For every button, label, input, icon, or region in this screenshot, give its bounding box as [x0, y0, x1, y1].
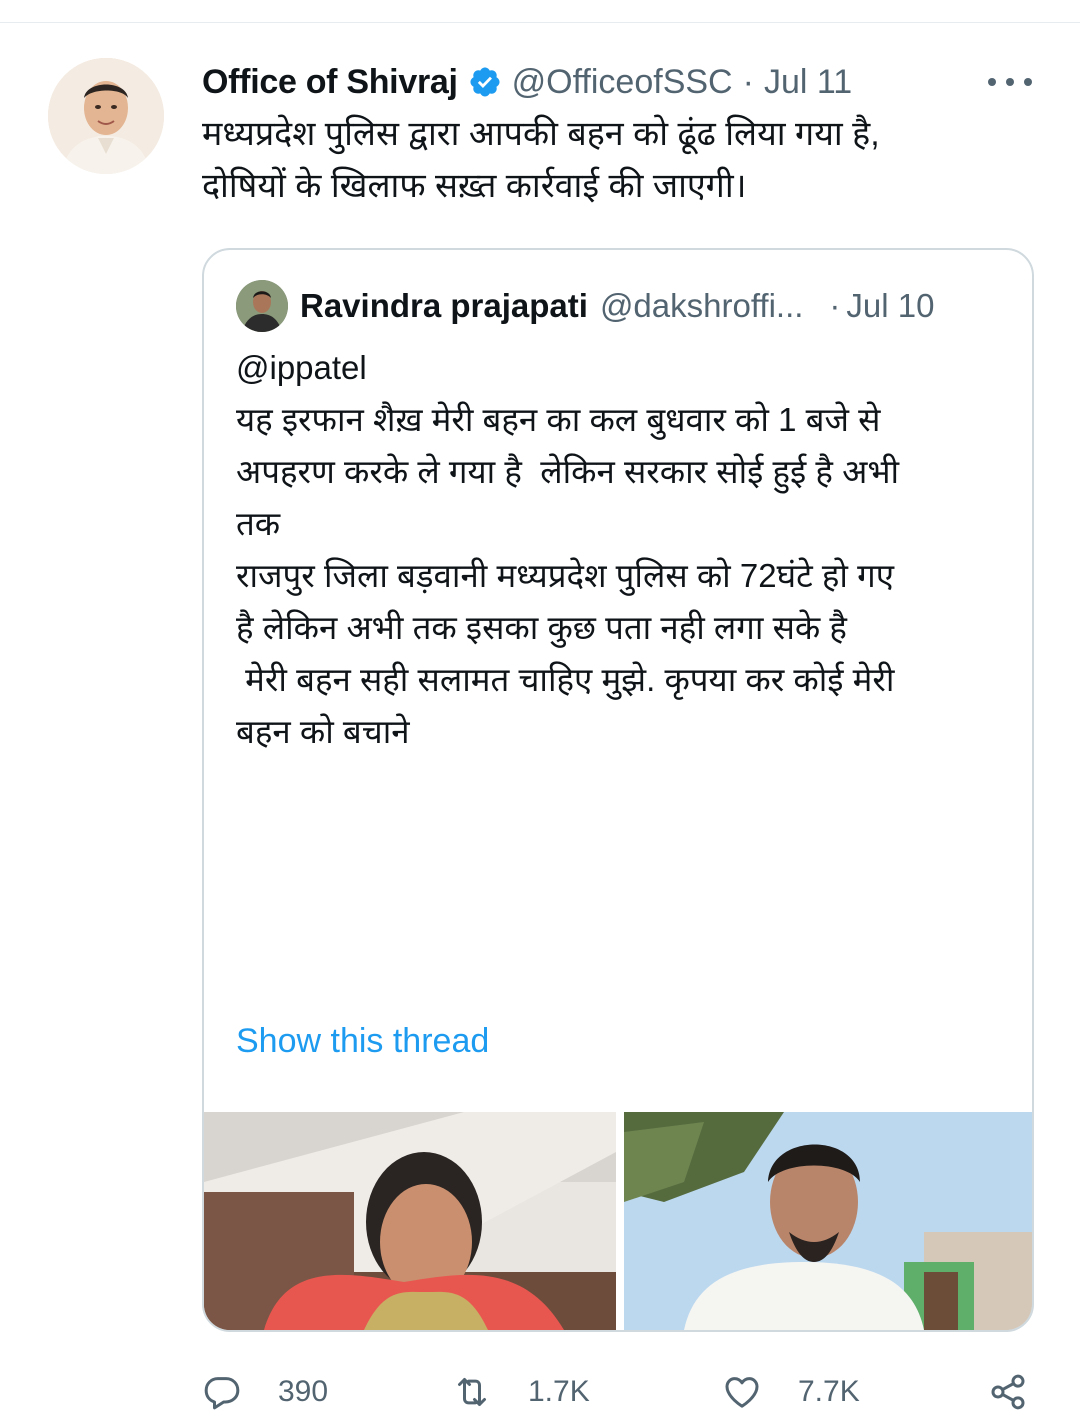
author-handle[interactable]: @OfficeofSSC: [512, 63, 733, 102]
tweet-text-line: दोषियों के खिलाफ सख़्त कार्रवाई की जाएगी…: [202, 167, 747, 205]
quoted-author-handle[interactable]: @dakshroffi...: [600, 287, 803, 325]
quoted-author-name[interactable]: Ravindra prajapati: [300, 287, 588, 325]
quoted-text-line: मेरी बहन सही सलामत चाहिए मुझे. कृपया कर …: [236, 661, 895, 698]
quoted-text-line: अपहरण करके ले गया है लेकिन सरकार सोई हुई…: [236, 453, 900, 490]
verified-badge-icon: [470, 67, 500, 97]
like-button[interactable]: 7.7K: [722, 1372, 860, 1412]
tweet-header: Office of Shivraj @OfficeofSSC · Jul 11: [202, 58, 852, 106]
reply-button[interactable]: 390: [202, 1372, 328, 1412]
quoted-text-line: यह इरफान शैख़ मेरी बहन का कल बुधवार को 1…: [236, 401, 881, 438]
header-separator: ·: [742, 62, 754, 101]
retweet-icon: [458, 1378, 486, 1406]
share-button[interactable]: [988, 1372, 1028, 1412]
retweet-button[interactable]: 1.7K: [452, 1372, 590, 1412]
quoted-tweet-date[interactable]: Jul 10: [846, 287, 934, 325]
tweet-actions: 390 1.7K 7.7K: [0, 1360, 1080, 1420]
mention-link[interactable]: @ippatel: [236, 342, 1006, 394]
quoted-text-line: बहन को बचाने: [236, 713, 410, 750]
media-grid: [204, 1112, 1032, 1330]
tweet-text-line: मध्यप्रदेश पुलिस द्वारा आपकी बहन को ढूंढ…: [202, 115, 880, 153]
share-icon: [991, 1374, 1025, 1410]
tweet-text: मध्यप्रदेश पुलिस द्वारा आपकी बहन को ढूंढ…: [202, 108, 1032, 212]
quoted-author-avatar[interactable]: [236, 280, 288, 332]
more-options-icon[interactable]: [988, 70, 1032, 94]
reply-icon: [204, 1377, 240, 1410]
quoted-tweet-header: Ravindra prajapati @dakshroffi... · Jul …: [236, 278, 1002, 334]
reply-count: 390: [278, 1375, 329, 1408]
quoted-text-line: है लेकिन अभी तक इसका कुछ पता नही लगा सके…: [236, 609, 847, 646]
media-photo-man[interactable]: [624, 1112, 1032, 1330]
quoted-text-line: राजपुर जिला बड़वानी मध्यप्रदेश पुलिस को …: [236, 557, 894, 594]
quoted-text-line: तक: [236, 505, 281, 542]
top-divider: [0, 22, 1080, 23]
show-thread-link[interactable]: Show this thread: [236, 1022, 489, 1061]
tweet-date[interactable]: Jul 11: [764, 63, 852, 102]
heart-icon: [725, 1377, 759, 1408]
author-name[interactable]: Office of Shivraj: [202, 63, 458, 102]
media-photo-woman[interactable]: [204, 1112, 616, 1330]
author-avatar[interactable]: [48, 58, 164, 174]
quoted-tweet-text: @ippatel यह इरफान शैख़ मेरी बहन का कल बु…: [236, 342, 1006, 758]
quoted-header-separator: ·: [829, 287, 841, 324]
retweet-count: 1.7K: [528, 1375, 590, 1408]
quoted-tweet-card[interactable]: Ravindra prajapati @dakshroffi... · Jul …: [202, 248, 1034, 1332]
like-count: 7.7K: [798, 1375, 860, 1408]
